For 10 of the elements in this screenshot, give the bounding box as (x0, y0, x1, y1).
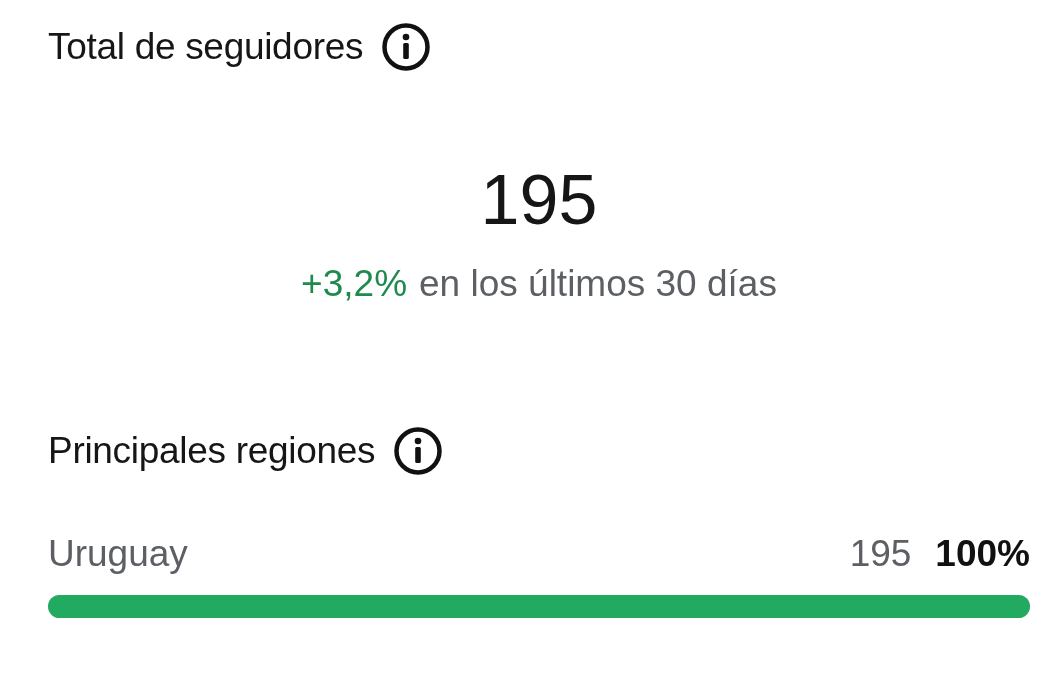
section-title: Total de seguidores (48, 26, 364, 68)
follower-count: 195 (480, 165, 598, 235)
region-percent: 100% (935, 533, 1030, 575)
region-count: 195 (849, 533, 912, 575)
growth-percent: +3,2% (301, 263, 408, 305)
growth-period: en los últimos 30 días (419, 263, 777, 305)
info-icon[interactable] (381, 22, 432, 72)
info-icon[interactable] (393, 426, 444, 476)
section-title: Principales regiones (48, 430, 376, 472)
region-name: Uruguay (48, 533, 189, 575)
